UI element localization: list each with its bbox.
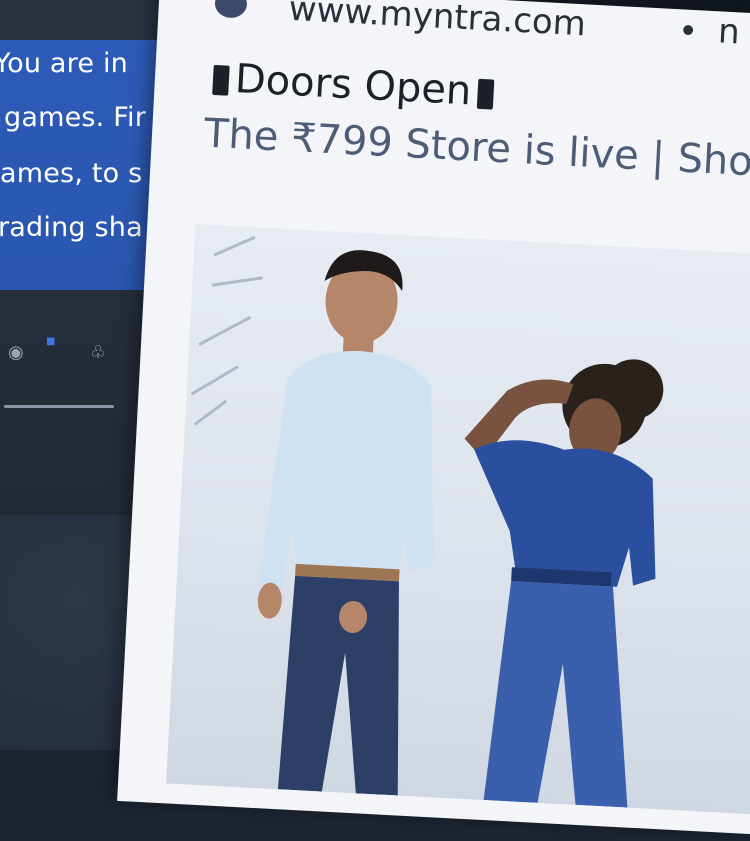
door-icon — [212, 64, 230, 96]
side-notification-card[interactable]: You are in games. Fir ames, to s rading … — [0, 40, 170, 290]
woman-figure — [464, 359, 664, 808]
indicator-dot-icon: ■ — [46, 336, 56, 347]
plant-decoration — [190, 235, 263, 426]
settings-icon[interactable]: ◉ — [8, 342, 24, 363]
notification-title: Doors Open — [206, 55, 501, 116]
side-icon-row: ◉ ■ ♧ — [6, 336, 126, 376]
side-text-line-4: rading sha — [0, 212, 143, 243]
site-domain: www.myntra.com — [287, 0, 587, 45]
side-divider — [4, 405, 114, 408]
site-row: www.myntra.com • n — [214, 0, 741, 52]
side-text-line-3: ames, to s — [0, 158, 143, 189]
notification-card[interactable]: www.myntra.com • n Doors Open The ₹799 S… — [117, 0, 750, 841]
fashion-models-image[interactable] — [166, 224, 750, 822]
man-figure — [257, 250, 434, 796]
site-favicon-icon — [214, 0, 248, 19]
site-separator: • — [677, 11, 700, 53]
hero-illustration — [190, 235, 664, 808]
bell-icon[interactable]: ♧ — [90, 342, 106, 363]
site-more-text: n — [717, 11, 741, 53]
side-text-line-1: You are in — [0, 48, 128, 79]
door-icon — [476, 78, 494, 110]
side-text-line-2: games. Fir — [4, 102, 146, 133]
notification-body: The ₹799 Store is live | Sho — [202, 110, 750, 186]
notification-title-text: Doors Open — [233, 56, 473, 115]
